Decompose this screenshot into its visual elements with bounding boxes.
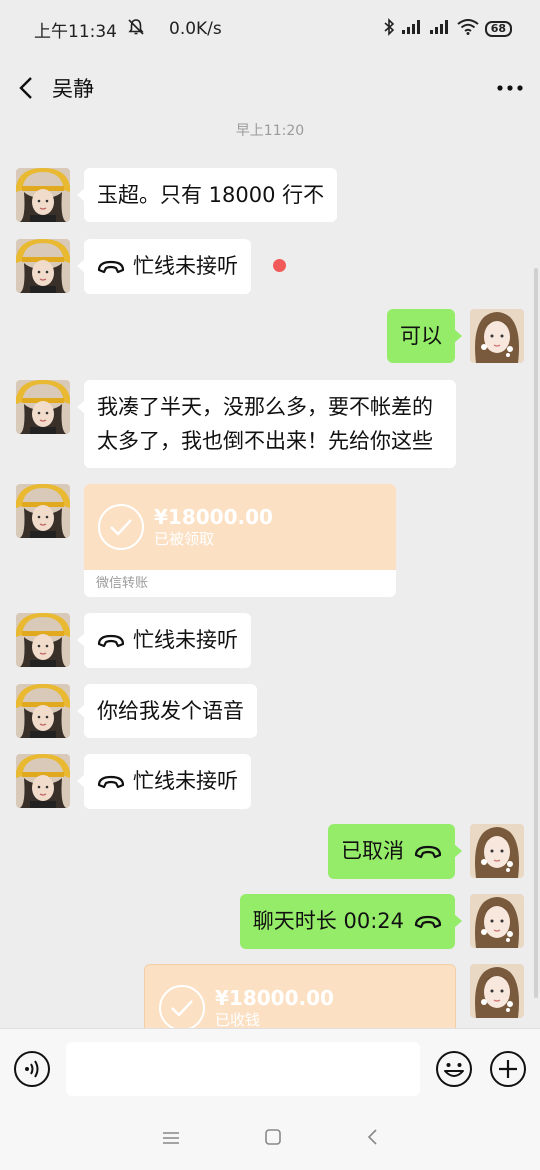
checkmark-icon (159, 985, 205, 1028)
incoming-call-message[interactable]: 忙线未接听 (77, 613, 251, 668)
incoming-call-message[interactable]: 忙线未接听 (77, 754, 251, 809)
transfer-card[interactable]: ¥18000.00 已被领取 微信转账 (84, 484, 396, 597)
call-status-text: 忙线未接听 (133, 254, 238, 278)
home-nav-button[interactable] (264, 1128, 282, 1150)
checkmark-icon (98, 504, 144, 550)
contact-avatar[interactable] (16, 484, 70, 538)
mute-bell-icon (127, 18, 145, 41)
my-avatar[interactable] (470, 824, 524, 878)
more-options-button[interactable] (480, 58, 540, 118)
call-status-text: 忙线未接听 (133, 769, 238, 793)
call-status-text: 聊天时长 00:24 (252, 909, 404, 933)
transfer-label: 微信转账 (84, 570, 396, 597)
call-status-text: 忙线未接听 (133, 628, 238, 652)
more-functions-button[interactable] (488, 1049, 528, 1089)
status-time: 上午11:34 (34, 21, 117, 42)
my-avatar[interactable] (470, 964, 524, 1018)
wifi-icon (457, 18, 479, 40)
back-nav-button[interactable] (366, 1128, 378, 1150)
unread-dot (273, 259, 286, 272)
home-square-icon (265, 1129, 281, 1145)
battery-indicator: 68 (484, 21, 512, 37)
system-nav-bar (0, 1108, 540, 1170)
message-timestamp: 早上11:20 (235, 123, 305, 139)
contact-avatar[interactable] (16, 380, 70, 434)
chat-message-list[interactable]: 早上11:20 玉超。只有 18000 行不 忙线未接听 可以 我凑了半天，没那… (0, 118, 540, 1028)
chat-scrollbar[interactable] (534, 268, 538, 998)
back-triangle-icon (367, 1129, 377, 1145)
call-status-text: 已取消 (341, 839, 404, 863)
phone-handset-icon (414, 905, 442, 939)
emoji-icon (436, 1050, 473, 1087)
phone-handset-icon (97, 250, 125, 284)
signal-icon (401, 19, 423, 40)
transfer-amount: ¥18000.00 (215, 986, 334, 1010)
message-text: 玉超。只有 18000 行不 (97, 183, 325, 207)
menu-icon (163, 1131, 179, 1144)
message-text: 可以 (400, 324, 442, 348)
incoming-message[interactable]: 玉超。只有 18000 行不 (76, 168, 338, 222)
voice-input-button[interactable] (12, 1049, 52, 1089)
transfer-card[interactable]: ¥18000.00 已收钱 (144, 964, 456, 1028)
chat-header: 吴静 (0, 58, 540, 118)
bluetooth-icon (383, 17, 395, 41)
phone-handset-icon (414, 835, 442, 869)
contact-avatar[interactable] (16, 754, 70, 808)
contact-avatar[interactable] (16, 684, 70, 738)
outgoing-message[interactable]: 可以 (387, 309, 462, 363)
menu-nav-button[interactable] (162, 1130, 180, 1149)
transfer-status: 已收钱 (215, 1011, 261, 1028)
chevron-left-icon (19, 77, 32, 99)
network-speed: 0.0K/s (169, 19, 222, 39)
message-text: 你给我发个语音 (97, 699, 244, 723)
message-input[interactable] (65, 1041, 421, 1096)
my-avatar[interactable] (470, 894, 524, 948)
emoji-button[interactable] (434, 1049, 474, 1089)
transfer-amount: ¥18000.00 (154, 505, 273, 529)
outgoing-call-message[interactable]: 聊天时长 00:24 (239, 894, 463, 949)
input-bar (0, 1028, 540, 1108)
contact-avatar[interactable] (16, 613, 70, 667)
plus-icon (490, 1050, 527, 1087)
back-button[interactable] (0, 58, 52, 118)
chat-title: 吴静 (52, 77, 94, 101)
outgoing-call-message[interactable]: 已取消 (328, 824, 462, 879)
phone-handset-icon (97, 765, 125, 799)
more-dots-icon (497, 85, 523, 91)
incoming-call-message[interactable]: 忙线未接听 (77, 239, 251, 294)
contact-avatar[interactable] (16, 239, 70, 293)
transfer-status: 已被领取 (154, 530, 215, 548)
contact-avatar[interactable] (16, 168, 70, 222)
message-text: 我凑了半天，没那么多，要不帐差的太多了，我也倒不出来！先给你这些 (97, 395, 433, 453)
incoming-message[interactable]: 我凑了半天，没那么多，要不帐差的太多了，我也倒不出来！先给你这些 (77, 380, 456, 468)
signal-icon-2 (429, 19, 451, 40)
phone-handset-icon (97, 624, 125, 658)
incoming-message[interactable]: 你给我发个语音 (77, 684, 257, 738)
voice-input-icon (13, 1050, 50, 1087)
my-avatar[interactable] (470, 309, 524, 363)
status-bar: 上午11:34 0.0K/s 68 (0, 0, 540, 58)
